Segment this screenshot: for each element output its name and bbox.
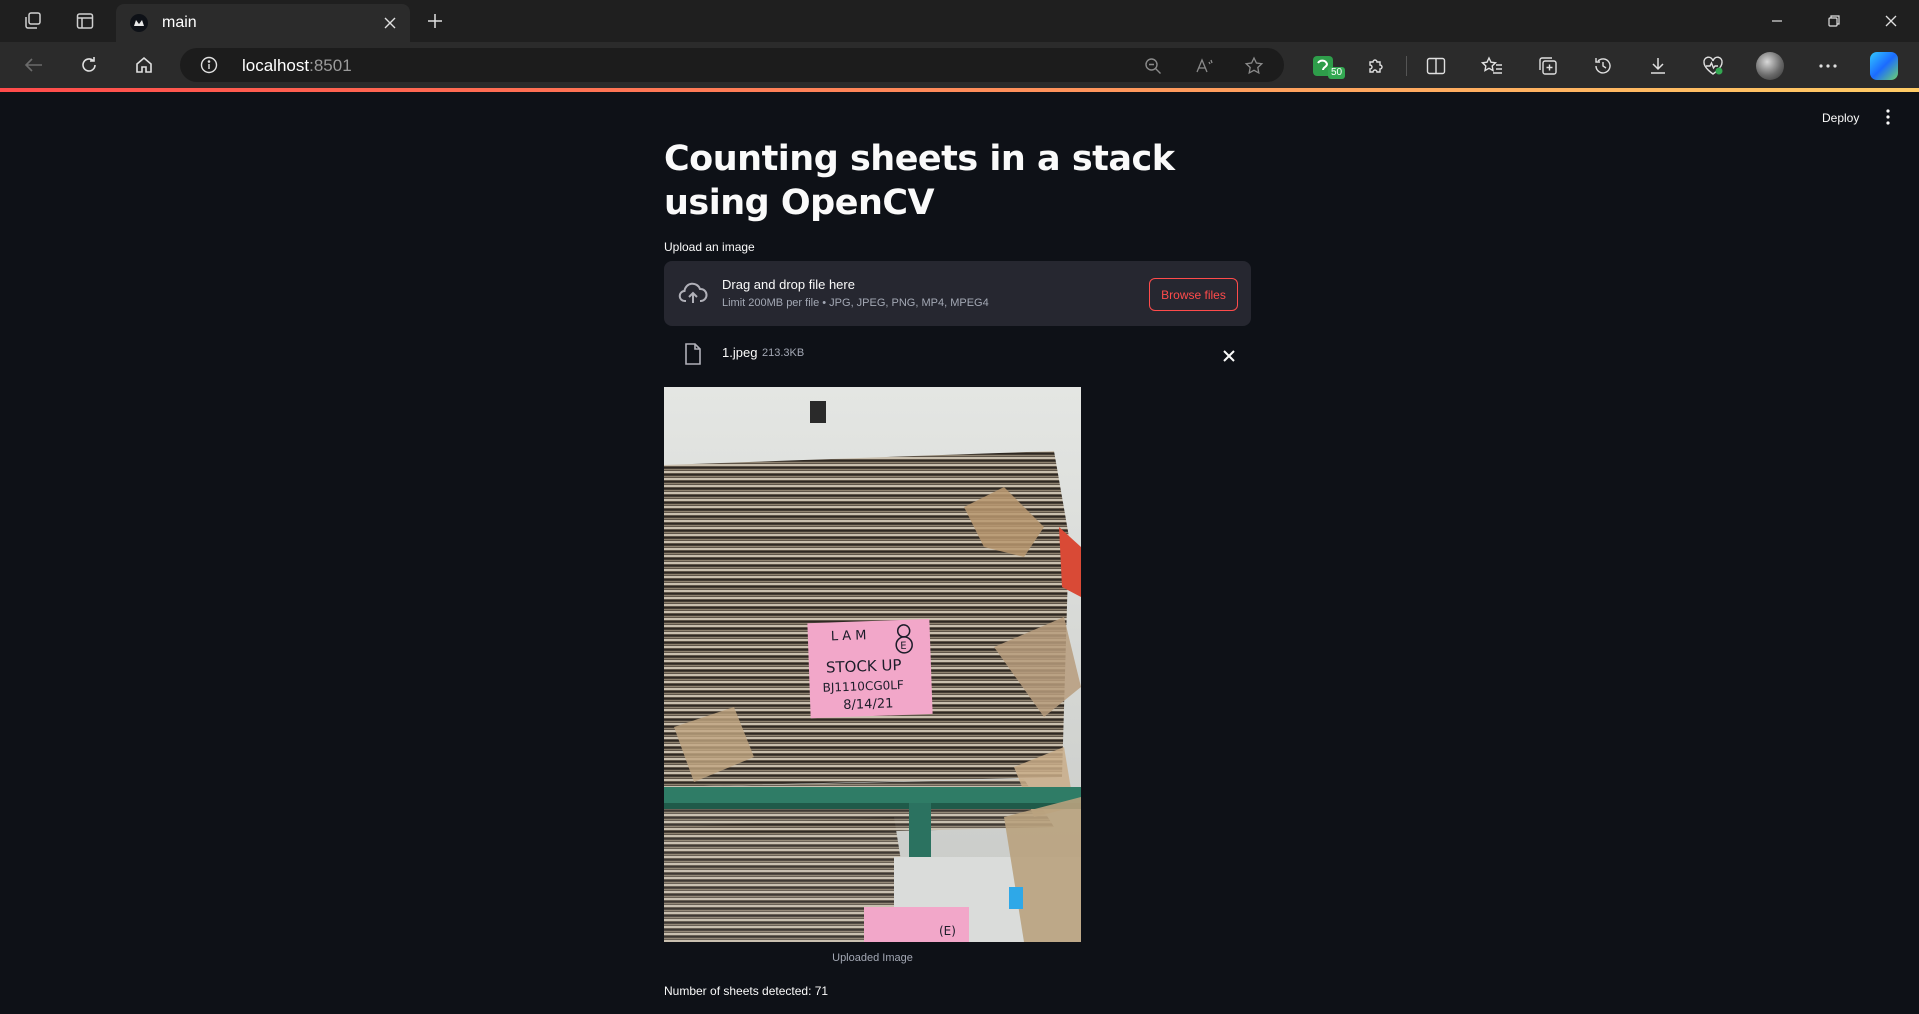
home-icon[interactable]	[126, 49, 162, 81]
split-screen-icon[interactable]	[1421, 51, 1451, 81]
minimize-icon[interactable]	[1748, 0, 1805, 42]
history-icon[interactable]	[1588, 51, 1618, 81]
extension-icon[interactable]: 50	[1308, 51, 1346, 81]
sheet-count-result: Number of sheets detected: 71	[664, 984, 829, 998]
browser-essentials-icon[interactable]	[1698, 51, 1728, 81]
browser-tab-main[interactable]: main	[116, 4, 410, 42]
more-options-icon[interactable]	[1813, 51, 1843, 81]
close-tab-icon[interactable]	[380, 13, 400, 33]
close-window-icon[interactable]	[1862, 0, 1919, 42]
file-dropzone[interactable]: Drag and drop file here Limit 200MB per …	[664, 261, 1251, 326]
svg-text:E: E	[900, 641, 907, 652]
workspaces-icon[interactable]	[12, 0, 54, 42]
browser-title-bar: main	[0, 0, 1919, 42]
streamlit-favicon-icon	[130, 14, 148, 32]
main-menu-icon[interactable]	[1880, 108, 1896, 126]
address-bar[interactable]: localhost:8501	[180, 48, 1284, 82]
svg-text:STOCK UP: STOCK UP	[826, 656, 902, 677]
remove-file-icon[interactable]	[1220, 347, 1238, 365]
cloud-upload-icon	[678, 279, 708, 309]
tab-actions-icon[interactable]	[64, 0, 106, 42]
svg-text:8/14/21: 8/14/21	[843, 696, 894, 713]
svg-text:BJ1110CG0LF: BJ1110CG0LF	[822, 678, 904, 695]
browser-toolbar: localhost:8501 50	[0, 42, 1919, 88]
favorite-star-icon[interactable]	[1242, 54, 1266, 78]
restore-icon[interactable]	[1805, 0, 1862, 42]
uploaded-file-name: 1.jpeg	[722, 345, 758, 360]
extensions-puzzle-icon[interactable]	[1361, 51, 1391, 81]
image-caption: Uploaded Image	[832, 952, 913, 964]
back-icon[interactable]	[16, 49, 52, 81]
browse-files-button[interactable]: Browse files	[1149, 278, 1238, 311]
site-info-icon[interactable]	[200, 56, 218, 74]
file-uploader-label: Upload an image	[664, 240, 755, 254]
zoom-out-icon[interactable]	[1141, 54, 1165, 78]
file-icon	[684, 343, 702, 365]
uploaded-image-drawing: L A M E STOCK UP BJ1110CG0LF 8/14/21 (E)	[664, 387, 1081, 942]
copilot-icon[interactable]	[1870, 52, 1898, 80]
dropzone-limits: Limit 200MB per file • JPG, JPEG, PNG, M…	[722, 297, 989, 309]
refresh-icon[interactable]	[71, 49, 107, 81]
extension-badge: 50	[1328, 67, 1346, 79]
svg-text:L A M: L A M	[831, 628, 867, 644]
read-aloud-icon[interactable]	[1193, 54, 1217, 78]
uploaded-file-row: 1.jpeg 213.3KB	[664, 335, 1251, 375]
dropzone-title: Drag and drop file here	[722, 277, 855, 292]
url-text[interactable]: localhost:8501	[242, 56, 352, 76]
tab-title: main	[162, 14, 197, 31]
downloads-icon[interactable]	[1643, 51, 1673, 81]
streamlit-app: Deploy Counting sheets in a stack using …	[0, 92, 1919, 1014]
svg-text:(E): (E)	[939, 924, 956, 938]
new-tab-icon[interactable]	[420, 6, 450, 36]
toolbar-separator	[1406, 56, 1407, 76]
collections-icon[interactable]	[1533, 51, 1563, 81]
deploy-button[interactable]: Deploy	[1822, 111, 1859, 125]
favorites-icon[interactable]	[1477, 51, 1507, 81]
page-title: Counting sheets in a stack using OpenCV	[664, 139, 1175, 223]
profile-avatar[interactable]	[1756, 52, 1784, 80]
uploaded-file-size: 213.3KB	[762, 347, 805, 359]
uploaded-image: L A M E STOCK UP BJ1110CG0LF 8/14/21 (E)	[664, 387, 1081, 942]
